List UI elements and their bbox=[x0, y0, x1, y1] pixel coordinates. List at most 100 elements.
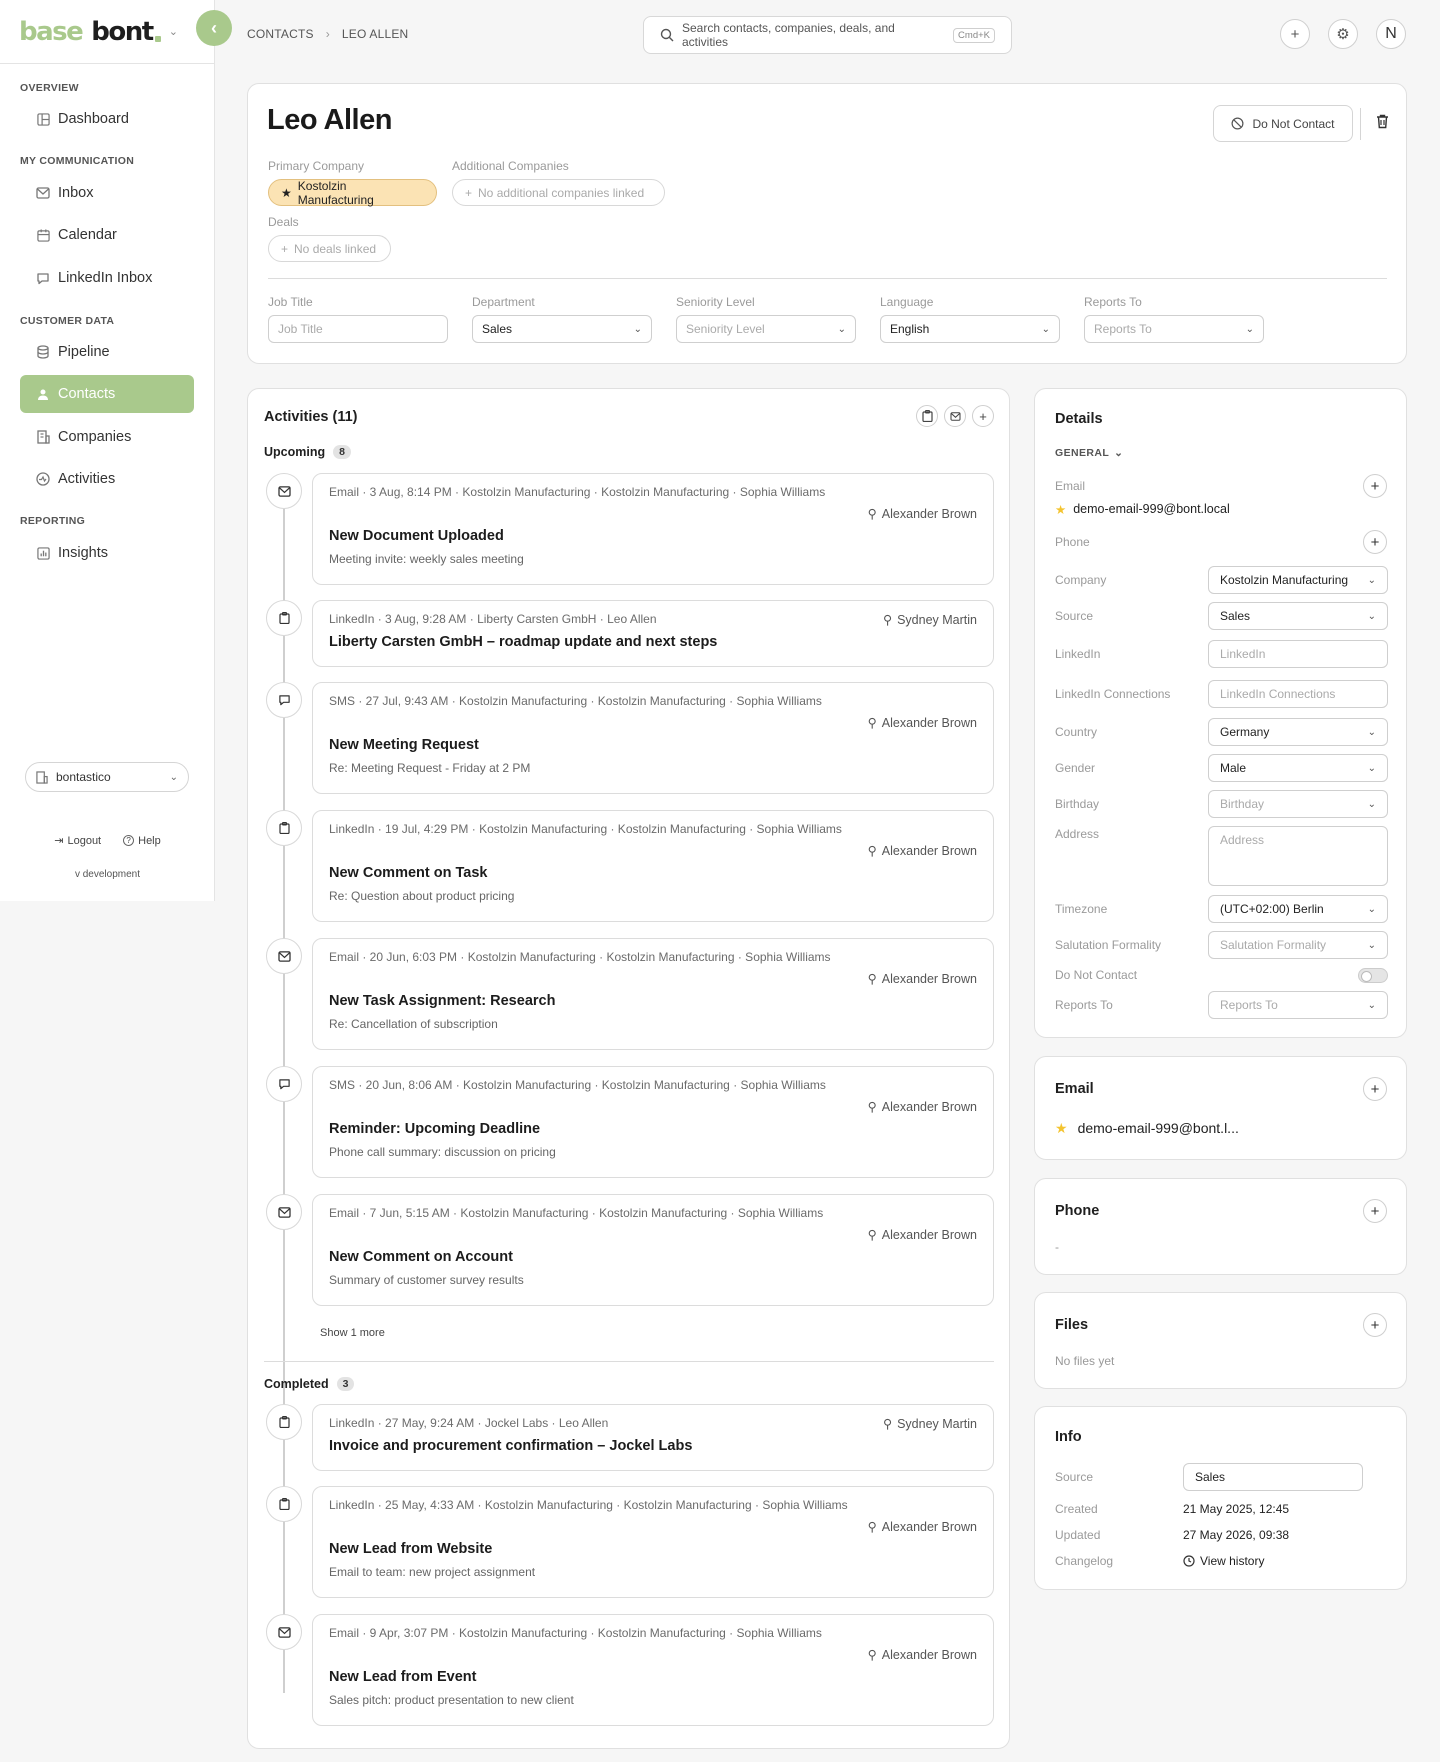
chevron-down-icon: ⌄ bbox=[1367, 939, 1376, 951]
activity-card[interactable]: Email · 9 Apr, 3:07 PM · Kostolzin Manuf… bbox=[312, 1614, 994, 1726]
country-select[interactable]: Germany ⌄ bbox=[1208, 718, 1388, 746]
files-empty-text: No files yet bbox=[1055, 1354, 1115, 1368]
mail-icon bbox=[277, 1206, 291, 1218]
activity-owner: ⚲ Alexander Brown bbox=[868, 1647, 977, 1663]
mail-icon bbox=[949, 411, 961, 421]
activity-owner-name: Alexander Brown bbox=[881, 843, 977, 858]
add-company-pill[interactable]: + No additional companies linked bbox=[452, 179, 665, 206]
activity-owner-name: Sydney Martin bbox=[897, 1416, 977, 1431]
linkedin-connections-input[interactable]: LinkedIn Connections bbox=[1208, 680, 1388, 708]
plus-icon: + bbox=[1370, 1202, 1380, 1220]
add-email-card-button[interactable]: + bbox=[1363, 1077, 1387, 1101]
details-title: Details bbox=[1055, 411, 1103, 427]
brand-logo[interactable]: base bont ⌄ bbox=[0, 0, 214, 64]
activity-card[interactable]: Email · 3 Aug, 8:14 PM · Kostolzin Manuf… bbox=[312, 473, 994, 585]
activity-meta: LinkedIn · 25 May, 4:33 AM · Kostolzin M… bbox=[329, 1498, 848, 1512]
view-history-link[interactable]: View history bbox=[1183, 1554, 1264, 1568]
reports-to-detail-select[interactable]: Reports To ⌄ bbox=[1208, 991, 1388, 1019]
sidebar-item-insights[interactable]: Insights bbox=[20, 534, 194, 572]
add-email-button[interactable]: + bbox=[1363, 474, 1387, 498]
source-value: Sales bbox=[1220, 609, 1251, 623]
compose-email-button[interactable] bbox=[944, 405, 966, 427]
source-select[interactable]: Sales ⌄ bbox=[1208, 602, 1388, 630]
workspace-switcher[interactable]: bontastico ⌄ bbox=[25, 762, 189, 792]
mail-icon bbox=[36, 186, 50, 200]
gender-select[interactable]: Male ⌄ bbox=[1208, 754, 1388, 782]
add-button[interactable]: + bbox=[1280, 19, 1310, 49]
activity-title: New Task Assignment: Research bbox=[329, 993, 556, 1009]
info-source-field[interactable]: Sales bbox=[1183, 1463, 1363, 1491]
activity-card[interactable]: SMS · 20 Jun, 8:06 AM · Kostolzin Manufa… bbox=[312, 1066, 994, 1178]
add-phone-button[interactable]: + bbox=[1363, 530, 1387, 554]
sidebar-item-calendar[interactable]: Calendar bbox=[20, 216, 194, 254]
sidebar-item-label: Activities bbox=[58, 471, 116, 487]
help-link[interactable]: ? Help bbox=[123, 834, 161, 847]
email-entry[interactable]: ★ demo-email-999@bont.local bbox=[1055, 502, 1230, 517]
birthday-select[interactable]: Birthday ⌄ bbox=[1208, 790, 1388, 818]
add-deal-pill[interactable]: + No deals linked bbox=[268, 235, 391, 262]
files-card: Files + No files yet bbox=[1034, 1292, 1407, 1389]
do-not-contact-label: Do Not Contact bbox=[1252, 116, 1335, 131]
activity-type-icon bbox=[266, 473, 302, 509]
search-input[interactable]: Search contacts, companies, deals, and a… bbox=[643, 16, 1012, 54]
database-icon bbox=[36, 345, 50, 359]
logout-link[interactable]: ⇥ Logout bbox=[54, 834, 101, 848]
chevron-down-icon[interactable]: ⌄ bbox=[169, 25, 178, 38]
activity-card[interactable]: LinkedIn · 27 May, 9:24 AM · Jockel Labs… bbox=[312, 1404, 994, 1471]
timezone-select[interactable]: (UTC+02:00) Berlin ⌄ bbox=[1208, 895, 1388, 923]
activity-meta: SMS · 27 Jul, 9:43 AM · Kostolzin Manufa… bbox=[329, 694, 822, 708]
clock-icon bbox=[1183, 1555, 1195, 1567]
add-file-button[interactable]: + bbox=[1363, 1313, 1387, 1337]
breadcrumb-contacts[interactable]: CONTACTS bbox=[247, 27, 314, 41]
gender-value: Male bbox=[1220, 761, 1247, 775]
gear-icon: ⚙ bbox=[1336, 26, 1350, 43]
activity-owner-name: Alexander Brown bbox=[881, 1647, 977, 1662]
phone-label: Phone bbox=[1055, 535, 1090, 549]
show-more-button[interactable]: Show 1 more bbox=[320, 1327, 385, 1339]
settings-button[interactable]: ⚙ bbox=[1328, 19, 1358, 49]
add-phone-card-button[interactable]: + bbox=[1363, 1199, 1387, 1223]
company-value: Kostolzin Manufacturing bbox=[1220, 573, 1349, 587]
activity-card[interactable]: LinkedIn · 3 Aug, 9:28 AM · Liberty Cars… bbox=[312, 600, 994, 667]
primary-company-pill[interactable]: ★ Kostolzin Manufacturing bbox=[268, 179, 437, 207]
seniority-select[interactable]: Seniority Level ⌄ bbox=[676, 315, 856, 343]
sidebar-item-activities[interactable]: Activities bbox=[20, 460, 194, 498]
contact-header-card: Leo Allen Do Not Contact Primary Company… bbox=[247, 83, 1407, 364]
job-title-input[interactable]: Job Title bbox=[268, 315, 448, 343]
activity-card[interactable]: Email · 7 Jun, 5:15 AM · Kostolzin Manuf… bbox=[312, 1194, 994, 1306]
email-card-entry[interactable]: ★ demo-email-999@bont.l... bbox=[1055, 1120, 1239, 1137]
delete-button[interactable] bbox=[1376, 114, 1389, 129]
activity-card[interactable]: Email · 20 Jun, 6:03 PM · Kostolzin Manu… bbox=[312, 938, 994, 1050]
activity-card[interactable]: LinkedIn · 25 May, 4:33 AM · Kostolzin M… bbox=[312, 1486, 994, 1598]
salutation-select[interactable]: Salutation Formality ⌄ bbox=[1208, 931, 1388, 959]
sidebar-item-pipeline[interactable]: Pipeline bbox=[20, 333, 194, 371]
sidebar-item-label: Insights bbox=[58, 545, 108, 561]
sidebar-item-dashboard[interactable]: Dashboard bbox=[20, 100, 194, 138]
activity-type-icon bbox=[266, 1194, 302, 1230]
activity-subtitle: Re: Question about product pricing bbox=[329, 889, 515, 903]
avatar[interactable]: N bbox=[1376, 19, 1406, 49]
add-activity-button[interactable]: + bbox=[972, 405, 994, 427]
collapse-sidebar-button[interactable]: ‹ bbox=[196, 10, 232, 46]
do-not-contact-toggle[interactable] bbox=[1358, 968, 1388, 983]
address-textarea[interactable]: Address bbox=[1208, 826, 1388, 886]
do-not-contact-button[interactable]: Do Not Contact bbox=[1213, 105, 1353, 142]
sidebar-item-contacts[interactable]: Contacts bbox=[20, 375, 194, 413]
info-source-label: Source bbox=[1055, 1470, 1094, 1484]
activity-subtitle: Phone call summary: discussion on pricin… bbox=[329, 1145, 556, 1159]
general-section-toggle[interactable]: GENERAL ⌄ bbox=[1055, 447, 1123, 459]
company-select[interactable]: Kostolzin Manufacturing ⌄ bbox=[1208, 566, 1388, 594]
language-select[interactable]: English ⌄ bbox=[880, 315, 1060, 343]
activity-subtitle: Meeting invite: weekly sales meeting bbox=[329, 552, 524, 566]
sidebar-item-companies[interactable]: Companies bbox=[20, 418, 194, 456]
department-select[interactable]: Sales ⌄ bbox=[472, 315, 652, 343]
log-linkedin-button[interactable] bbox=[916, 405, 938, 427]
activity-owner-name: Alexander Brown bbox=[881, 1099, 977, 1114]
sidebar-item-inbox[interactable]: Inbox bbox=[20, 174, 194, 212]
activity-card[interactable]: LinkedIn · 19 Jul, 4:29 PM · Kostolzin M… bbox=[312, 810, 994, 922]
activity-card[interactable]: SMS · 27 Jul, 9:43 AM · Kostolzin Manufa… bbox=[312, 682, 994, 794]
reports-to-select[interactable]: Reports To ⌄ bbox=[1084, 315, 1264, 343]
activity-subtitle: Re: Meeting Request - Friday at 2 PM bbox=[329, 761, 531, 775]
sidebar-item-linkedin-inbox[interactable]: LinkedIn Inbox bbox=[20, 259, 194, 297]
linkedin-input[interactable]: LinkedIn bbox=[1208, 640, 1388, 668]
